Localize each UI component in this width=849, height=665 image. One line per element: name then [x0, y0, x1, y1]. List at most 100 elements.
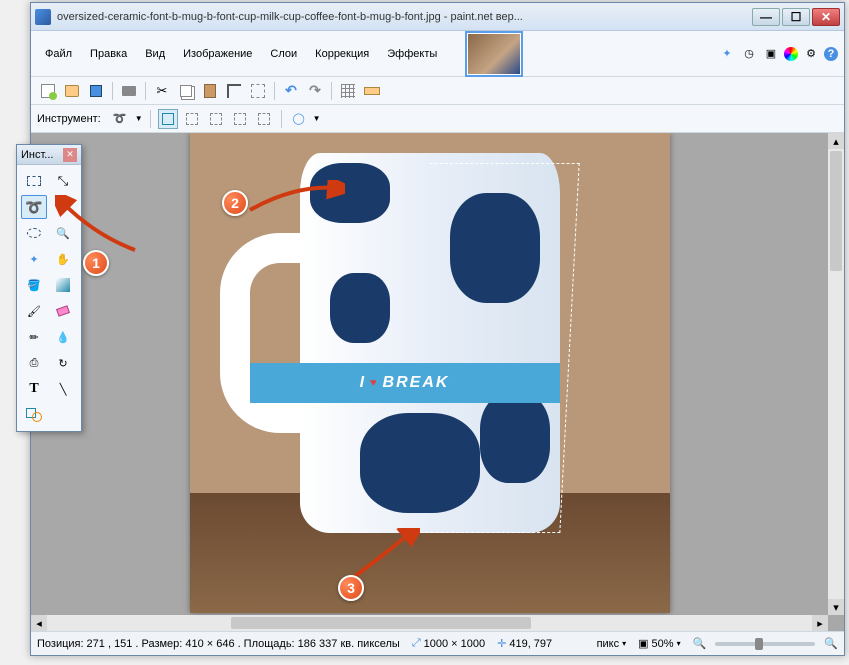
ruler-button[interactable] — [361, 80, 383, 102]
cursor-pos-icon: ✛ — [497, 637, 506, 650]
menu-adjustments[interactable]: Коррекция — [307, 44, 377, 64]
tool-color-picker[interactable]: 💧 — [50, 325, 76, 349]
zoom-slider-handle[interactable] — [755, 638, 763, 650]
tool-label: Инструмент: — [37, 113, 101, 125]
deselect-button[interactable] — [247, 80, 269, 102]
annotation-arrow-3 — [340, 528, 420, 578]
current-tool-icon[interactable]: ➰ — [109, 108, 131, 130]
resize-grip-icon[interactable]: ⤢ — [412, 637, 421, 650]
tool-rectangle-select[interactable] — [21, 169, 47, 193]
help-icon[interactable]: ? — [824, 47, 838, 61]
tools-window-title[interactable]: Инст... ✕ — [17, 145, 81, 165]
units-value[interactable]: пикс — [597, 638, 620, 650]
menu-effects[interactable]: Эффекты — [379, 44, 445, 64]
tool-recolor[interactable]: ↻ — [50, 351, 76, 375]
tool-lasso-select[interactable]: ➰ — [21, 195, 47, 219]
new-button[interactable] — [37, 80, 59, 102]
app-window: oversized-ceramic-font-b-mug-b-font-cup-… — [30, 2, 845, 656]
minimize-button[interactable]: — — [752, 8, 780, 26]
tool-dropdown-icon[interactable]: ▼ — [135, 114, 143, 123]
menu-layers[interactable]: Слои — [262, 44, 305, 64]
maximize-button[interactable]: ☐ — [782, 8, 810, 26]
zoom-out-icon[interactable]: 🔍 — [693, 637, 707, 650]
selection-subtract-icon[interactable] — [206, 109, 226, 129]
tool-clone-stamp[interactable]: ⎙ — [21, 351, 47, 375]
open-button[interactable] — [61, 80, 83, 102]
settings-icon[interactable]: ⚙ — [802, 45, 820, 63]
annotation-badge-3: 3 — [338, 575, 364, 601]
selection-invert-icon[interactable] — [254, 109, 274, 129]
lasso-selection-outline — [410, 163, 579, 533]
scroll-down-icon[interactable]: ▾ — [828, 599, 844, 615]
units-dropdown-icon[interactable]: ▾ — [622, 639, 626, 648]
selection-intersect-icon[interactable] — [230, 109, 250, 129]
size-value: 410 × 646 — [185, 638, 234, 650]
scroll-up-icon[interactable]: ▴ — [828, 133, 844, 149]
magic-wand-icon[interactable]: ✦ — [718, 45, 736, 63]
save-button[interactable] — [85, 80, 107, 102]
annotation-badge-1: 1 — [83, 250, 109, 276]
copy-button[interactable] — [175, 80, 197, 102]
zoom-slider[interactable] — [715, 642, 815, 646]
cut-button[interactable]: ✂ — [151, 80, 173, 102]
undo-button[interactable]: ↶ — [280, 80, 302, 102]
titlebar: oversized-ceramic-font-b-mug-b-font-cup-… — [31, 3, 844, 31]
window-mode-icon[interactable]: ▣ — [638, 637, 648, 650]
tool-move-selection[interactable]: ⤡ — [50, 169, 76, 193]
zoom-value: 50% — [652, 638, 674, 650]
menu-file[interactable]: Файл — [37, 44, 80, 64]
app-icon — [35, 9, 51, 25]
position-value: 271 , 151 — [87, 638, 133, 650]
image-thumbnail[interactable] — [465, 31, 523, 77]
tool-gradient[interactable] — [50, 273, 76, 297]
scroll-left-icon[interactable]: ◂ — [31, 615, 47, 631]
layers-panel-icon[interactable]: ▣ — [762, 45, 780, 63]
menu-image[interactable]: Изображение — [175, 44, 260, 64]
tools-window[interactable]: Инст... ✕ ⤡ ➰ ↖ 🔍 ✦ ✋ 🪣 🖌 ✏ 💧 ⎙ ↻ T ╲ — [16, 144, 82, 432]
position-label: Позиция: — [37, 638, 84, 650]
annotation-arrow-1 — [55, 195, 145, 255]
history-icon[interactable]: ◷ — [740, 45, 758, 63]
horizontal-scrollbar[interactable]: ◂ ▸ — [31, 615, 828, 631]
area-label: Площадь: — [244, 638, 295, 650]
horizontal-scroll-thumb[interactable] — [231, 617, 531, 629]
tool-eraser[interactable] — [50, 299, 76, 323]
tools-close-icon[interactable]: ✕ — [63, 148, 77, 162]
menu-edit[interactable]: Правка — [82, 44, 135, 64]
scroll-right-icon[interactable]: ▸ — [812, 615, 828, 631]
tool-text[interactable]: T — [21, 377, 47, 401]
close-button[interactable]: ✕ — [812, 8, 840, 26]
tool-shapes[interactable] — [21, 403, 47, 427]
tool-paintbrush[interactable]: 🖌 — [21, 299, 47, 323]
tool-magic-wand[interactable]: ✦ — [21, 247, 47, 271]
tool-options-bar: Инструмент: ➰ ▼ ◯ ▼ — [31, 105, 844, 133]
zoom-in-icon[interactable]: 🔍 — [824, 637, 838, 650]
vertical-scrollbar[interactable]: ▴ ▾ — [828, 133, 844, 615]
selection-add-icon[interactable] — [182, 109, 202, 129]
annotation-badge-2: 2 — [222, 190, 248, 216]
cursor-pos-value: 419, 797 — [509, 638, 552, 650]
zoom-dropdown-icon[interactable]: ▾ — [677, 639, 681, 648]
paste-button[interactable] — [199, 80, 221, 102]
tool-paint-bucket[interactable]: 🪣 — [21, 273, 47, 297]
grid-button[interactable] — [337, 80, 359, 102]
flood-dropdown-icon[interactable]: ▼ — [313, 114, 321, 123]
area-value: 186 337 кв. пикселы — [298, 638, 400, 650]
vertical-scroll-thumb[interactable] — [830, 151, 842, 271]
flood-mode-icon[interactable]: ◯ — [289, 109, 309, 129]
tool-line[interactable]: ╲ — [50, 377, 76, 401]
main-toolbar: ✂ ↶ ↷ — [31, 77, 844, 105]
tool-pencil[interactable]: ✏ — [21, 325, 47, 349]
tool-ellipse-select[interactable] — [21, 221, 47, 245]
canvas-size-value: 1000 × 1000 — [424, 638, 485, 650]
crop-button[interactable] — [223, 80, 245, 102]
colors-panel-icon[interactable] — [784, 47, 798, 61]
statusbar: Позиция: 271 , 151. Размер: 410 × 646. П… — [31, 631, 844, 655]
size-label: Размер: — [141, 638, 182, 650]
canvas-viewport[interactable]: I♥BREAK — [31, 133, 828, 615]
selection-replace-icon[interactable] — [158, 109, 178, 129]
print-button[interactable] — [118, 80, 140, 102]
menu-view[interactable]: Вид — [137, 44, 173, 64]
redo-button[interactable]: ↷ — [304, 80, 326, 102]
annotation-arrow-2 — [245, 180, 345, 225]
